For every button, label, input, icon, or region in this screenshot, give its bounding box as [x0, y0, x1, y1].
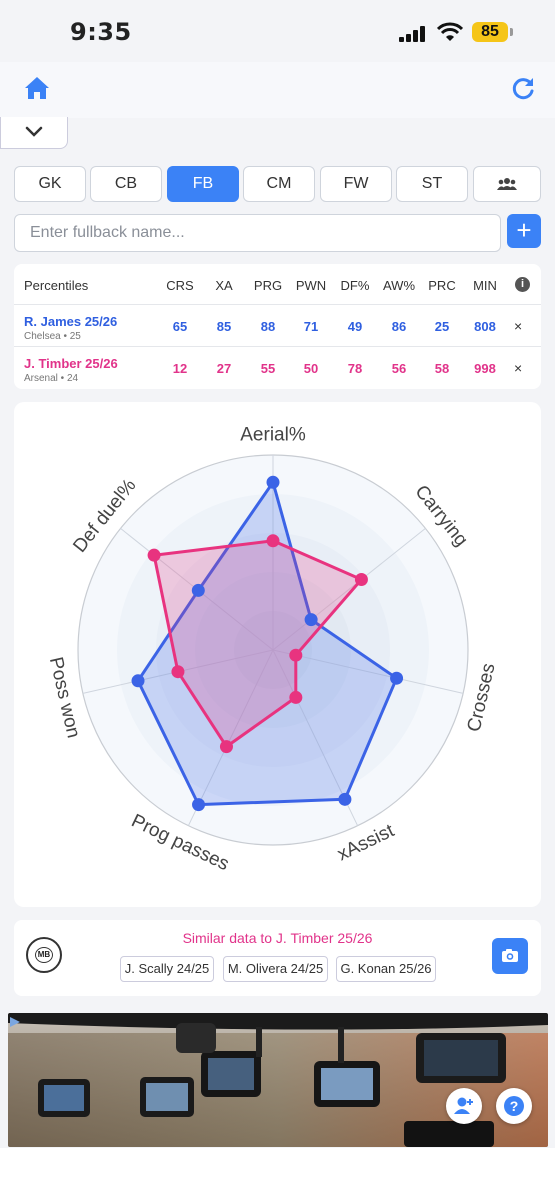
radar-point	[289, 690, 303, 704]
tab-fb[interactable]: FB	[167, 166, 239, 202]
fullback-search-input[interactable]	[14, 214, 501, 252]
value-aw: 56	[391, 361, 407, 376]
player-name[interactable]: R. James 25/26	[24, 314, 117, 329]
advertisement-banner[interactable]	[8, 1013, 548, 1147]
radar-axis-label: Crosses	[464, 661, 500, 734]
wifi-icon	[437, 22, 463, 41]
tab-st[interactable]: ST	[396, 166, 468, 202]
radar-point	[266, 534, 280, 548]
radar-point	[147, 548, 161, 562]
remove-player-button[interactable]: ×	[514, 318, 522, 334]
radar-axis-label: Poss won	[45, 655, 84, 740]
home-icon[interactable]	[24, 75, 50, 101]
value-pwn: 71	[303, 319, 319, 334]
tab-team[interactable]	[473, 166, 541, 202]
header-xa: XA	[215, 278, 233, 293]
add-user-icon	[454, 1097, 473, 1114]
table-row: R. James 25/26 Chelsea • 25 65 85 88 71 …	[14, 306, 541, 347]
value-prc: 25	[434, 319, 450, 334]
radar-point	[219, 740, 233, 754]
nav-bar	[0, 62, 555, 118]
camera-icon	[502, 949, 518, 962]
similar-chip[interactable]: G. Konan 25/26	[336, 956, 436, 982]
position-tabs: GK CB FB CM FW ST	[14, 166, 541, 202]
header-aw: AW%	[382, 278, 416, 293]
value-crs: 12	[172, 361, 188, 376]
radar-chart: Aerial%CarryingCrossesxAssistProg passes…	[45, 425, 500, 876]
value-aw: 86	[391, 319, 407, 334]
collapse-toggle[interactable]	[0, 117, 68, 149]
radar-point	[266, 475, 280, 489]
table-header: Percentiles CRS XA PRG PWN DF% AW% PRC M…	[14, 264, 541, 305]
help-icon: ?	[504, 1096, 524, 1116]
table-row: J. Timber 25/26 Arsenal • 24 12 27 55 50…	[14, 348, 541, 389]
refresh-icon[interactable]	[510, 75, 536, 101]
value-min: 808	[474, 319, 496, 334]
header-prg: PRG	[253, 278, 283, 293]
logo-text: MB	[35, 947, 53, 963]
value-df: 49	[347, 319, 363, 334]
value-prc: 58	[434, 361, 450, 376]
player-club: Chelsea • 25	[24, 331, 81, 342]
value-xa: 85	[216, 319, 232, 334]
ad-choices-icon[interactable]	[9, 1016, 21, 1028]
value-prg: 88	[260, 319, 276, 334]
radar-point	[354, 572, 368, 586]
header-df: DF%	[340, 278, 370, 293]
battery-icon: 85	[472, 22, 508, 42]
radar-point	[131, 674, 145, 688]
add-user-button[interactable]	[446, 1088, 482, 1124]
radar-point	[304, 613, 318, 627]
header-percentiles: Percentiles	[24, 278, 89, 293]
value-xa: 27	[216, 361, 232, 376]
search-row: +	[14, 214, 541, 252]
tab-cb[interactable]: CB	[90, 166, 162, 202]
info-icon[interactable]: i	[515, 277, 530, 292]
status-bar: 9:35 85	[0, 0, 555, 62]
player-name[interactable]: J. Timber 25/26	[24, 356, 118, 371]
header-pwn: PWN	[295, 278, 327, 293]
value-pwn: 50	[303, 361, 319, 376]
radar-point	[192, 798, 206, 812]
radar-chart-card: Aerial% Carrying Crosses xAssist Prog passes…	[14, 402, 541, 907]
player-cell: J. Timber 25/26 Arsenal • 24	[24, 356, 118, 384]
add-player-button[interactable]: +	[507, 214, 541, 248]
chevron-down-icon	[25, 126, 43, 137]
signal-icon	[399, 26, 427, 42]
radar-point	[171, 665, 185, 679]
similar-title: Similar data to J. Timber 25/26	[182, 930, 373, 946]
tab-fw[interactable]: FW	[320, 166, 392, 202]
value-prg: 55	[260, 361, 276, 376]
screenshot-button[interactable]	[492, 938, 528, 974]
value-crs: 65	[172, 319, 188, 334]
radar-point	[289, 648, 303, 662]
battery-tip	[510, 28, 513, 36]
radar-axis-label: Aerial%	[240, 425, 306, 446]
header-prc: PRC	[428, 278, 456, 293]
tab-gk[interactable]: GK	[14, 166, 86, 202]
team-icon	[497, 178, 517, 190]
similar-players-card: MB Similar data to J. Timber 25/26 J. Sc…	[14, 920, 541, 996]
help-label: ?	[510, 1098, 519, 1114]
tab-cm[interactable]: CM	[243, 166, 315, 202]
status-time: 9:35	[70, 18, 132, 46]
header-min: MIN	[473, 278, 497, 293]
value-df: 78	[347, 361, 363, 376]
ad-image	[8, 1013, 548, 1147]
remove-player-button[interactable]: ×	[514, 360, 522, 376]
help-button[interactable]: ?	[496, 1088, 532, 1124]
radar-point	[390, 671, 404, 685]
bottom-safe-area	[0, 1148, 555, 1200]
radar-point	[191, 583, 205, 597]
radar-point	[338, 792, 352, 806]
similar-chip[interactable]: J. Scally 24/25	[120, 956, 214, 982]
player-cell: R. James 25/26 Chelsea • 25	[24, 314, 117, 342]
header-crs: CRS	[166, 278, 194, 293]
percentiles-table: Percentiles CRS XA PRG PWN DF% AW% PRC M…	[14, 264, 541, 389]
similar-chip[interactable]: M. Olivera 24/25	[223, 956, 328, 982]
player-club: Arsenal • 24	[24, 373, 79, 384]
value-min: 998	[474, 361, 496, 376]
